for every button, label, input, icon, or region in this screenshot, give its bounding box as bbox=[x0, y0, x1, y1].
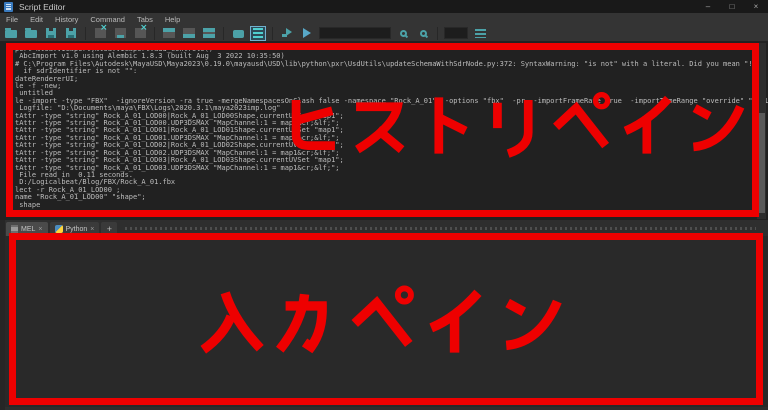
save-script-shelf-button[interactable] bbox=[63, 26, 79, 41]
show-input-pane-button[interactable] bbox=[181, 26, 197, 41]
open-folder-plus-icon bbox=[25, 28, 37, 38]
add-tab-button[interactable]: + bbox=[101, 222, 118, 236]
tab-close-icon[interactable]: × bbox=[38, 226, 42, 233]
menu-item-history[interactable]: History bbox=[55, 15, 78, 24]
input-pane-layout-icon bbox=[183, 28, 195, 38]
indent-lines-icon bbox=[474, 28, 486, 38]
search-input[interactable] bbox=[319, 27, 391, 39]
input-tab-bar: MEL × Python × + bbox=[0, 220, 768, 236]
floppy-disk-search-icon bbox=[66, 28, 76, 38]
execute-button[interactable] bbox=[279, 26, 295, 41]
tab-close-icon[interactable]: × bbox=[90, 226, 94, 233]
script-editor-app-icon bbox=[4, 1, 13, 12]
mel-doc-icon bbox=[11, 225, 18, 233]
toolbar-separator bbox=[85, 26, 86, 40]
search-previous-button[interactable] bbox=[395, 26, 411, 41]
history-line: if sdrIdentifier is not "": bbox=[15, 67, 138, 76]
close-button[interactable]: × bbox=[744, 0, 768, 13]
execute-all-button[interactable] bbox=[299, 26, 315, 41]
clear-history-icon bbox=[94, 24, 108, 38]
menu-item-file[interactable]: File bbox=[6, 15, 18, 24]
line-numbers-icon bbox=[253, 28, 263, 38]
pane-splitter-grip[interactable] bbox=[125, 227, 756, 230]
toolbar bbox=[0, 24, 768, 42]
toolbar-separator bbox=[154, 26, 155, 40]
split-pane-layout-icon bbox=[203, 28, 215, 38]
input-pane[interactable] bbox=[5, 236, 768, 407]
window-title: Script Editor bbox=[19, 1, 66, 12]
filter-input[interactable] bbox=[444, 27, 468, 39]
clear-history-button[interactable] bbox=[92, 24, 108, 41]
toolbar-separator bbox=[272, 26, 273, 40]
clear-all-icon bbox=[134, 24, 148, 38]
command-completion-button[interactable] bbox=[472, 26, 488, 41]
search-next-button[interactable] bbox=[415, 26, 431, 41]
menu-item-edit[interactable]: Edit bbox=[30, 15, 43, 24]
title-bar: Script Editor – □ × bbox=[0, 0, 768, 13]
open-script-button[interactable] bbox=[3, 26, 19, 41]
clear-all-button[interactable] bbox=[132, 24, 148, 41]
menu-item-command[interactable]: Command bbox=[90, 15, 125, 24]
open-script-new-tab-button[interactable] bbox=[23, 26, 39, 41]
execute-arrow-icon bbox=[281, 28, 293, 38]
history-line: name "Rock_A_01_LOD00" "shape"; bbox=[15, 193, 146, 202]
save-script-button[interactable] bbox=[43, 26, 59, 41]
show-both-panes-button[interactable] bbox=[201, 26, 217, 41]
tab-label: Python bbox=[65, 225, 88, 233]
python-logo-icon bbox=[54, 225, 63, 233]
open-folder-icon bbox=[5, 28, 17, 38]
history-line: le -f -new; bbox=[15, 82, 62, 91]
menu-item-help[interactable]: Help bbox=[165, 15, 180, 24]
tab-mel[interactable]: MEL × bbox=[6, 222, 48, 236]
tab-python[interactable]: Python × bbox=[49, 222, 100, 236]
history-line: shape bbox=[15, 200, 41, 209]
echo-all-commands-button[interactable] bbox=[230, 26, 246, 41]
tab-label: MEL bbox=[21, 225, 36, 233]
floppy-disk-icon bbox=[46, 28, 56, 38]
magnifier-up-icon bbox=[399, 29, 407, 37]
maximize-button[interactable]: □ bbox=[720, 0, 744, 13]
menu-bar: File Edit History Command Tabs Help bbox=[0, 13, 768, 25]
show-line-numbers-button[interactable] bbox=[250, 25, 266, 41]
toolbar-separator bbox=[223, 26, 224, 40]
clear-input-icon bbox=[114, 28, 126, 38]
clear-input-button[interactable] bbox=[112, 26, 128, 41]
magnifier-down-icon bbox=[419, 29, 427, 37]
play-icon bbox=[303, 28, 311, 38]
toolbar-separator bbox=[437, 26, 438, 40]
history-scrollbar-thumb[interactable] bbox=[758, 113, 765, 213]
history-line: dateRendererUI; bbox=[15, 74, 79, 83]
history-pane[interactable]: port mtoa.viewport;mtoa.viewport.add_con… bbox=[0, 42, 768, 220]
history-scrollbar[interactable] bbox=[757, 43, 766, 219]
minimize-button[interactable]: – bbox=[696, 0, 720, 13]
script-editor-window: Script Editor – □ × File Edit History Co… bbox=[0, 0, 768, 410]
speech-bubble-icon bbox=[232, 29, 244, 38]
history-line: D:/Logicalbeat/Blog/FBX/Rock_A_01.fbx bbox=[15, 178, 176, 187]
history-pane-layout-icon bbox=[163, 28, 175, 38]
history-console: port mtoa.viewport;mtoa.viewport.add_con… bbox=[15, 45, 768, 209]
show-history-pane-button[interactable] bbox=[161, 26, 177, 41]
